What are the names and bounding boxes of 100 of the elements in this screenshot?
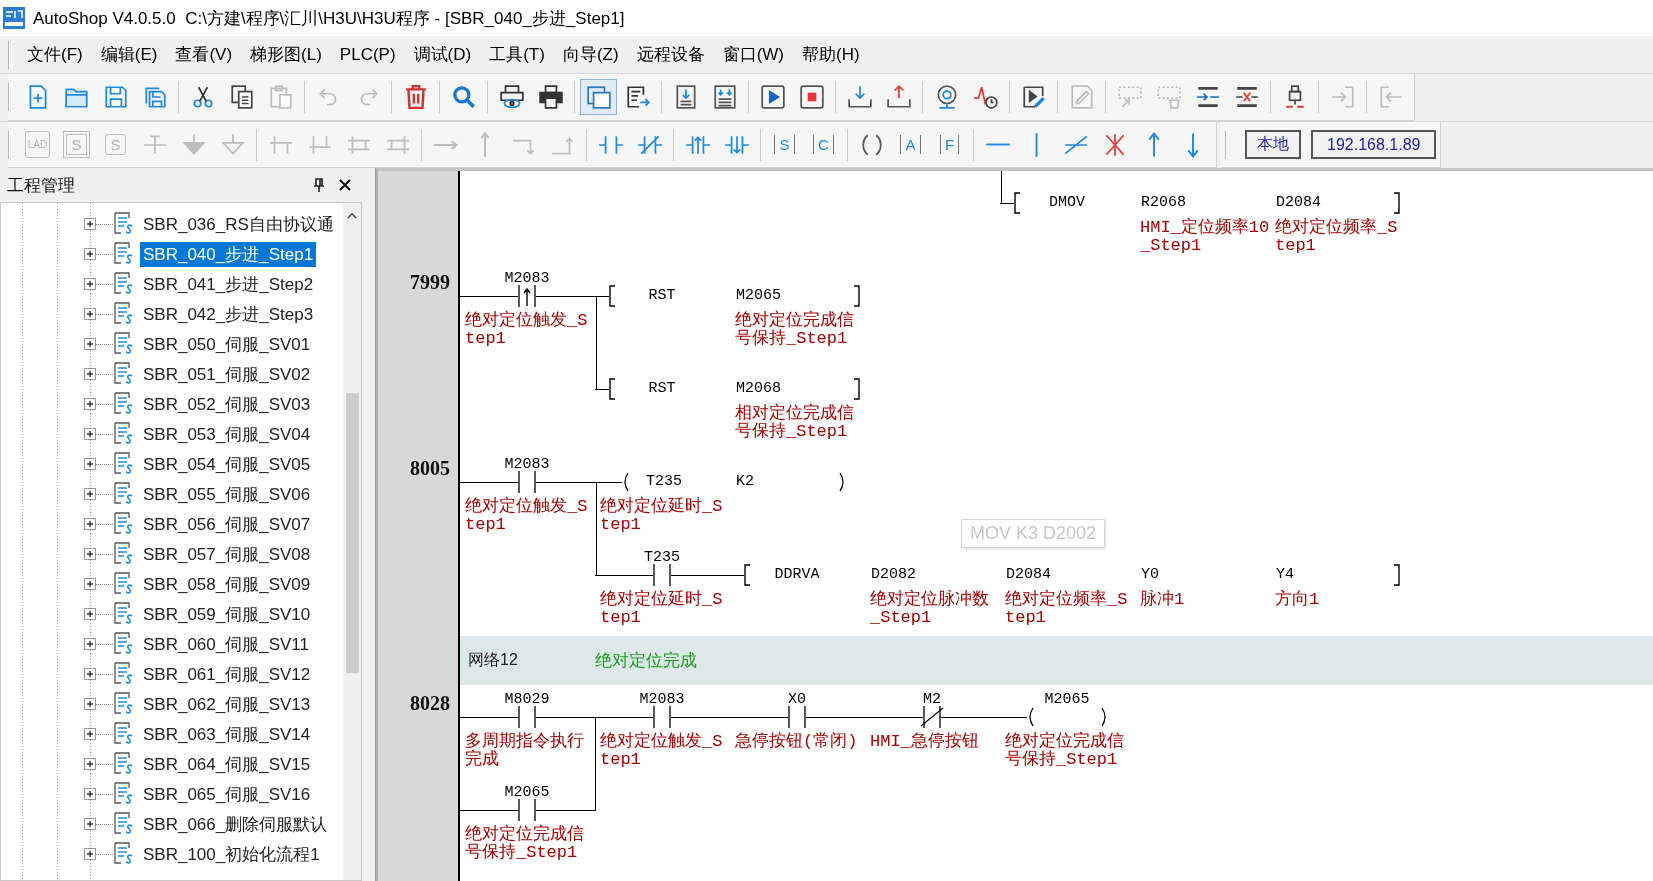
expand-icon[interactable] xyxy=(84,548,96,560)
scrollbar-thumb[interactable] xyxy=(345,393,359,673)
instruction-bracket xyxy=(1393,564,1400,586)
document-icon xyxy=(113,481,135,507)
address-button[interactable]: 192.168.1.89 xyxy=(1311,130,1437,159)
expand-icon[interactable] xyxy=(84,428,96,440)
expand-icon[interactable] xyxy=(84,818,96,830)
expand-icon[interactable] xyxy=(84,848,96,860)
copy-icon xyxy=(228,84,255,110)
tree-item[interactable]: SBR_042_步进_Step3 xyxy=(140,301,317,327)
menu-item[interactable]: 帮助(H) xyxy=(793,40,869,69)
tree-item[interactable]: SBR_053_伺服_SV04 xyxy=(140,421,314,447)
exit-icon xyxy=(1377,84,1404,110)
coil-comment: 绝对定位完成信号保持_Step1 xyxy=(1005,733,1124,769)
menu-item[interactable]: 向导(Z) xyxy=(553,40,628,69)
menu-item[interactable]: PLC(P) xyxy=(330,41,405,68)
stop-icon xyxy=(798,84,825,110)
expand-icon[interactable] xyxy=(84,458,96,470)
expand-icon[interactable] xyxy=(84,338,96,350)
document-icon xyxy=(113,811,135,837)
pulse-clock-icon xyxy=(972,84,999,110)
tree-item[interactable]: SBR_059_伺服_SV10 xyxy=(140,601,314,627)
operand-address: T235 xyxy=(646,473,682,491)
expand-icon[interactable] xyxy=(84,608,96,620)
menu-item[interactable]: 窗口(W) xyxy=(713,40,793,69)
step-number: 8005 xyxy=(410,457,450,479)
operand-address: D2084 xyxy=(1006,566,1051,584)
expand-icon[interactable] xyxy=(84,488,96,500)
play-icon xyxy=(759,84,786,110)
tree-item[interactable]: SBR_064_伺服_SV15 xyxy=(140,751,314,777)
device-comment: 绝对定位延时_Step1 xyxy=(600,591,723,627)
operand-comment: 绝对定位频率_Step1 xyxy=(1275,219,1398,255)
tree-item[interactable]: SBR_066_删除伺服默认 xyxy=(140,811,331,837)
expand-icon[interactable] xyxy=(84,248,96,260)
tree-item[interactable]: SBR_050_伺服_SV01 xyxy=(140,331,314,357)
document-icon xyxy=(113,511,135,537)
tree-item[interactable]: SBR_052_伺服_SV03 xyxy=(140,391,314,417)
device-address: M2083 xyxy=(504,457,550,473)
expand-icon[interactable] xyxy=(84,668,96,680)
menu-item[interactable]: 查看(V) xyxy=(166,40,242,69)
tree-item[interactable]: SBR_054_伺服_SV05 xyxy=(140,451,314,477)
menu-item[interactable]: 调试(D) xyxy=(404,40,481,69)
instruction-bracket xyxy=(1393,192,1400,214)
window-title: AutoShop V4.0.5.0 C:\方建\程序\汇川\H3U\H3U程序 - [SBR_040_步进_Step1] xyxy=(33,7,625,30)
document-icon xyxy=(113,331,135,357)
operand-address: Y4 xyxy=(1276,566,1294,584)
expand-icon[interactable] xyxy=(84,578,96,590)
menu-item[interactable]: 工具(T) xyxy=(480,40,554,69)
tree-item[interactable]: SBR_061_伺服_SV12 xyxy=(140,661,314,687)
download-icon xyxy=(846,84,873,110)
tree-item[interactable]: SBR_051_伺服_SV02 xyxy=(140,361,314,387)
tree-item[interactable]: SBR_065_伺服_SV16 xyxy=(140,781,314,807)
document-icon xyxy=(113,631,135,657)
tree-item[interactable]: SBR_036_RS自由协议通 xyxy=(140,211,337,237)
expand-icon[interactable] xyxy=(84,758,96,770)
down-arrow-icon xyxy=(1186,131,1199,158)
expand-icon[interactable] xyxy=(84,728,96,740)
play-pen-icon xyxy=(1020,84,1047,110)
expand-icon[interactable] xyxy=(84,698,96,710)
device-comment: 绝对定位触发_Step1 xyxy=(465,312,588,348)
device-comment: 绝对定位触发_Step1 xyxy=(600,733,723,769)
tooltip: MOV K3 D2002 xyxy=(961,519,1106,548)
document-icon xyxy=(113,271,135,297)
tree-item[interactable]: SBR_056_伺服_SV07 xyxy=(140,511,314,537)
tree-item[interactable]: SBR_063_伺服_SV14 xyxy=(140,721,314,747)
tree-item[interactable]: SBR_058_伺服_SV09 xyxy=(140,571,314,597)
tree-item[interactable]: SBR_062_伺服_SV13 xyxy=(140,691,314,717)
operand-address: R2068 xyxy=(1141,194,1186,212)
menu-item[interactable]: 梯形图(L) xyxy=(241,40,331,69)
operand-comment: 方向1 xyxy=(1275,591,1320,609)
tree-item[interactable]: SBR_057_伺服_SV08 xyxy=(140,541,314,567)
device-address: T235 xyxy=(644,550,680,566)
menu-item[interactable]: 文件(F) xyxy=(18,40,92,69)
document-list-icon xyxy=(711,84,738,110)
menu-item[interactable]: 远程设备 xyxy=(627,40,714,69)
operand-comment: 绝对定位完成信号保持_Step1 xyxy=(735,312,854,348)
window-export-icon xyxy=(624,84,651,110)
expand-icon[interactable] xyxy=(84,278,96,290)
station-button[interactable]: 本地 xyxy=(1245,130,1301,159)
document-icon xyxy=(113,841,135,867)
insert-row-icon xyxy=(1194,84,1221,110)
tree-item[interactable]: SBR_100_初始化流程1 xyxy=(140,841,323,867)
menu-item[interactable]: 编辑(E) xyxy=(91,40,167,69)
tree-item[interactable]: SBR_041_步进_Step2 xyxy=(140,271,317,297)
expand-icon[interactable] xyxy=(84,638,96,650)
expand-icon[interactable] xyxy=(84,788,96,800)
expand-icon[interactable] xyxy=(84,218,96,230)
expand-icon[interactable] xyxy=(84,398,96,410)
tree-item[interactable]: SBR_060_伺服_SV11 xyxy=(140,631,312,657)
printer-eye-icon xyxy=(498,84,525,110)
tree-item[interactable]: SBR_040_步进_Step1 xyxy=(140,241,317,267)
expand-icon[interactable] xyxy=(84,308,96,320)
device-comment: 急停按钮(常闭) xyxy=(735,733,858,751)
tree-item[interactable]: SBR_055_伺服_SV06 xyxy=(140,481,314,507)
windows-icon xyxy=(585,84,612,110)
expand-icon[interactable] xyxy=(84,518,96,530)
device-address: X0 xyxy=(788,692,806,708)
document-icon xyxy=(113,571,135,597)
instruction-bracket xyxy=(853,378,860,400)
expand-icon[interactable] xyxy=(84,368,96,380)
